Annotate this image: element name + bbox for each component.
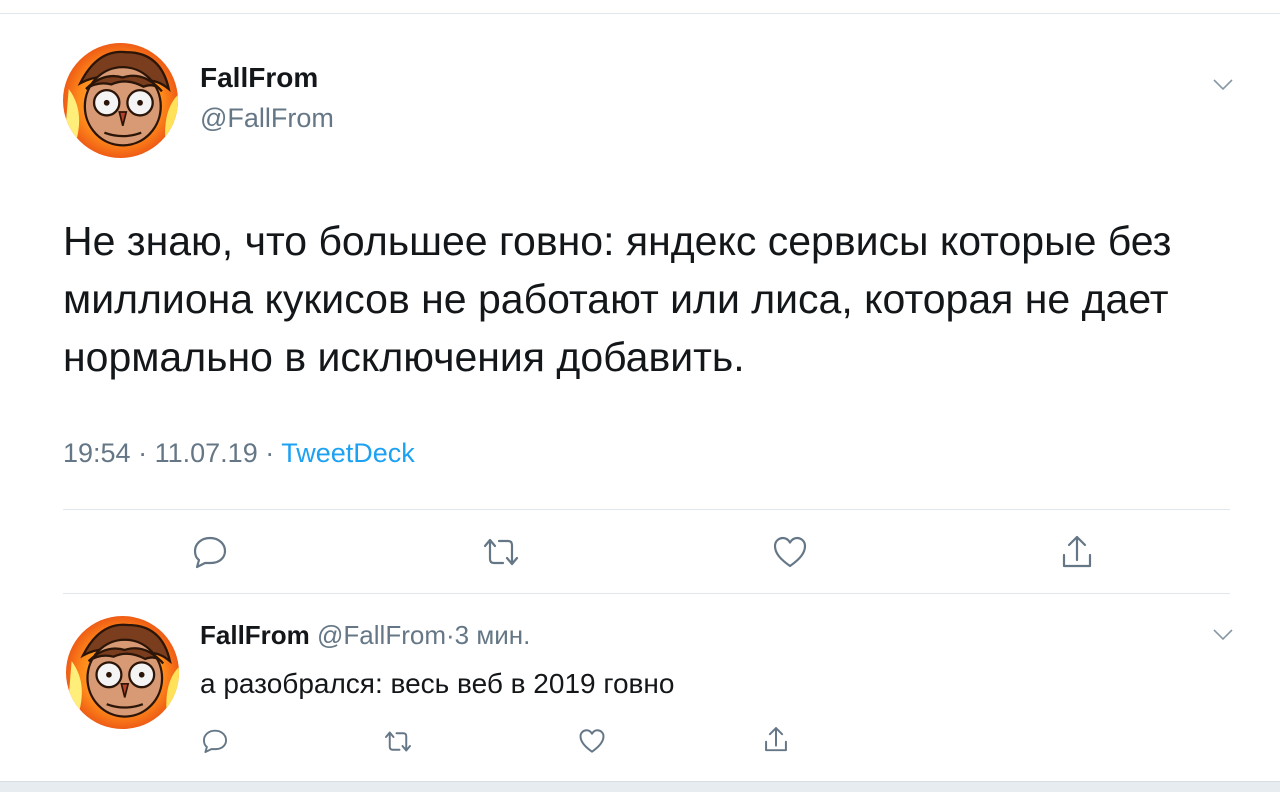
reply-time[interactable]: 3 мин. — [455, 620, 531, 650]
reply-chevron-down-icon[interactable] — [1212, 628, 1234, 642]
actions-divider — [63, 509, 1230, 510]
author-handle[interactable]: @FallFrom — [200, 103, 334, 134]
tweet-meta: 19:54 · 11.07.19 · TweetDeck — [63, 438, 415, 469]
share-icon[interactable] — [1060, 533, 1094, 571]
reply-author-avatar[interactable] — [66, 616, 179, 729]
tweet-source-link[interactable]: TweetDeck — [281, 438, 415, 468]
bottom-band — [0, 781, 1280, 792]
meta-separator: · — [265, 438, 275, 468]
reply-header: FallFrom @FallFrom·3 мин. — [200, 620, 530, 651]
reply-meta-separator: · — [445, 620, 455, 650]
reply-text: а разобрался: весь веб в 2019 говно — [200, 668, 675, 699]
reply-share-icon[interactable] — [763, 725, 789, 754]
reply-heart-icon[interactable] — [578, 728, 606, 754]
reply-icon[interactable] — [191, 535, 229, 569]
actions-divider — [63, 593, 1230, 594]
reply-author-handle[interactable]: @FallFrom — [317, 620, 446, 650]
author-name[interactable]: FallFrom — [200, 62, 318, 94]
retweet-icon[interactable] — [481, 537, 521, 567]
reply-reply-icon[interactable] — [201, 728, 229, 754]
top-divider — [0, 13, 1280, 14]
tweet-date[interactable]: 11.07.19 — [155, 438, 258, 468]
chevron-down-icon[interactable] — [1212, 78, 1234, 92]
tweet-text: Не знаю, что большее говно: яндекс серви… — [63, 218, 1172, 380]
tweet-page: FallFrom @FallFrom Не знаю, что большее … — [0, 0, 1280, 792]
heart-icon[interactable] — [772, 535, 808, 569]
tweet-time[interactable]: 19:54 — [63, 438, 131, 468]
author-avatar[interactable] — [63, 43, 178, 158]
meta-separator: · — [138, 438, 148, 468]
reply-retweet-icon[interactable] — [383, 730, 413, 753]
reply-author-name[interactable]: FallFrom — [200, 620, 310, 650]
